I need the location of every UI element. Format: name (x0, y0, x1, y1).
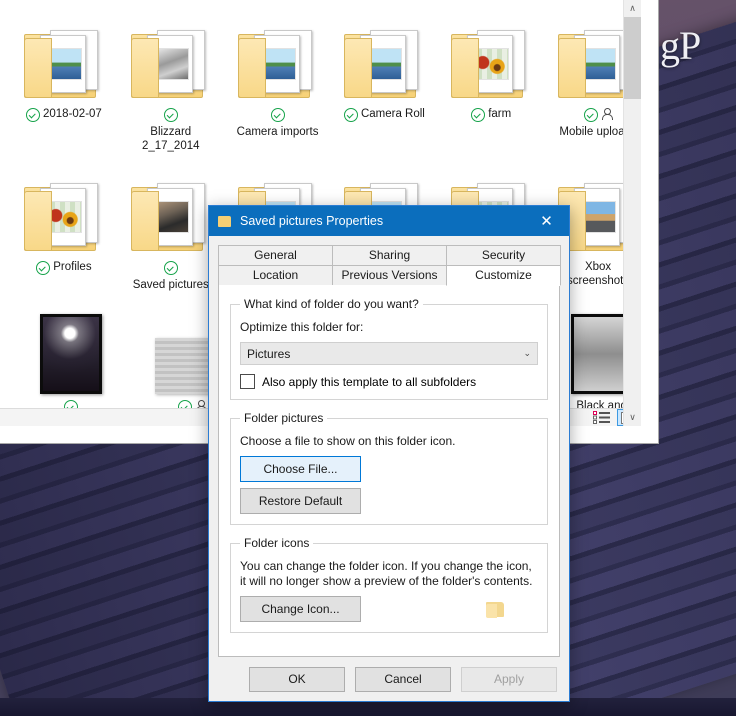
close-icon[interactable]: ✕ (524, 206, 569, 236)
list-item[interactable]: farm (448, 10, 534, 153)
folder-kind-legend: What kind of folder do you want? (244, 297, 419, 311)
details-view-button[interactable] (591, 410, 613, 425)
tab-general[interactable]: General (218, 245, 333, 266)
item-label: Saved pictures (132, 279, 209, 291)
vertical-scrollbar[interactable]: ∧ ∨ (623, 0, 641, 426)
folder-thumbnail (23, 10, 104, 102)
tab-customize[interactable]: Customize (446, 265, 561, 286)
item-label: farm (488, 108, 512, 120)
ok-button[interactable]: OK (249, 666, 345, 692)
dialog-titlebar[interactable]: Saved pictures Properties ✕ (209, 206, 569, 236)
sync-check-icon (36, 261, 51, 275)
folder-icon (218, 215, 231, 227)
item-caption: Blizzard 2_17_2014 (128, 107, 214, 153)
apply-subfolders-checkbox[interactable] (240, 374, 255, 389)
properties-dialog: Saved pictures Properties ✕ General Shar… (208, 205, 570, 702)
folder-kind-group: What kind of folder do you want? Optimiz… (230, 297, 548, 400)
sync-check-icon (26, 108, 40, 122)
sync-check-icon (163, 261, 178, 275)
sync-check-icon (471, 108, 486, 122)
list-item[interactable]: Blizzard 2_17_2014 (128, 10, 214, 153)
tab-security[interactable]: Security (446, 245, 561, 266)
apply-subfolders-label: Also apply this template to all subfolde… (262, 374, 477, 389)
sync-check-icon (163, 108, 178, 122)
folder-pictures-group: Folder pictures Choose a file to show on… (230, 411, 548, 525)
chevron-down-icon: ⌄ (523, 348, 531, 359)
apply-button: Apply (461, 666, 557, 692)
tab-location[interactable]: Location (218, 265, 333, 286)
shared-person-icon (601, 108, 614, 120)
item-label: Camera Roll (360, 108, 425, 120)
folder-pictures-description: Choose a file to show on this folder ico… (240, 434, 456, 448)
scrollbar-thumb[interactable] (624, 17, 641, 99)
folder-icons-legend: Folder icons (244, 536, 310, 550)
folder-template-value: Pictures (247, 346, 291, 361)
tab-row-2: Location Previous Versions Customize (218, 265, 561, 286)
scroll-up-arrow[interactable]: ∧ (624, 0, 641, 17)
tab-sharing[interactable]: Sharing (332, 245, 447, 266)
optimize-label: Optimize this folder for: (240, 320, 364, 334)
item-label: Profiles (53, 261, 92, 273)
list-item[interactable]: Saved pictures (128, 163, 214, 292)
dialog-title: Saved pictures Properties (240, 214, 384, 228)
change-icon-row: Change Icon... (240, 596, 538, 622)
item-caption: Camera imports (235, 107, 321, 139)
details-view-icon (593, 411, 610, 424)
folder-thumbnail (237, 10, 318, 102)
item-label: Camera imports (236, 126, 319, 138)
photo-thumbnail (40, 302, 102, 394)
folder-thumbnail (130, 10, 211, 102)
item-caption: Profiles (36, 260, 92, 275)
dialog-body: General Sharing Security Location Previo… (209, 236, 569, 657)
list-item[interactable]: Profiles (21, 163, 107, 292)
tab-previous-versions[interactable]: Previous Versions (332, 265, 447, 286)
folder-pictures-legend: Folder pictures (244, 411, 324, 425)
folder-template-select[interactable]: Pictures ⌄ (240, 342, 538, 365)
folder-icons-description: You can change the folder icon. If you c… (240, 559, 533, 588)
tab-row-1: General Sharing Security (218, 245, 561, 266)
change-icon-button[interactable]: Change Icon... (240, 596, 361, 622)
item-label: Blizzard 2_17_2014 (141, 126, 200, 152)
item-label: 2018-02-07 (43, 108, 102, 120)
groovypost-watermark: gP (660, 23, 701, 68)
file-grid-row: 2018-02-07 Blizzard 2_17_2014 Camera imp… (0, 0, 641, 153)
choose-file-button[interactable]: Choose File... (240, 456, 361, 482)
customize-tab-panel: What kind of folder do you want? Optimiz… (218, 285, 560, 657)
folder-icons-group: Folder icons You can change the folder i… (230, 536, 548, 633)
item-caption: Saved pictures (128, 260, 214, 292)
folder-icon-preview-icon (486, 601, 506, 618)
list-item[interactable]: 2018-02-07 (21, 10, 107, 153)
item-caption: 2018-02-07 (26, 107, 102, 122)
item-caption: Camera Roll (343, 107, 425, 122)
scroll-down-arrow[interactable]: ∨ (624, 409, 641, 426)
folder-thumbnail (451, 10, 531, 102)
folder-thumbnail (130, 163, 211, 255)
folder-thumbnail (344, 10, 424, 102)
list-item[interactable]: Camera Roll (341, 10, 427, 153)
folder-thumbnail (23, 163, 104, 255)
dialog-button-bar: OK Cancel Apply (209, 657, 569, 701)
apply-subfolders-row[interactable]: Also apply this template to all subfolde… (240, 374, 538, 389)
item-caption: farm (471, 107, 511, 122)
sync-check-icon (270, 108, 285, 122)
cancel-button[interactable]: Cancel (355, 666, 451, 692)
restore-default-button[interactable]: Restore Default (240, 488, 361, 514)
sync-check-icon (584, 108, 599, 122)
sync-check-icon (343, 108, 358, 122)
list-item[interactable]: Camera imports (235, 10, 321, 153)
